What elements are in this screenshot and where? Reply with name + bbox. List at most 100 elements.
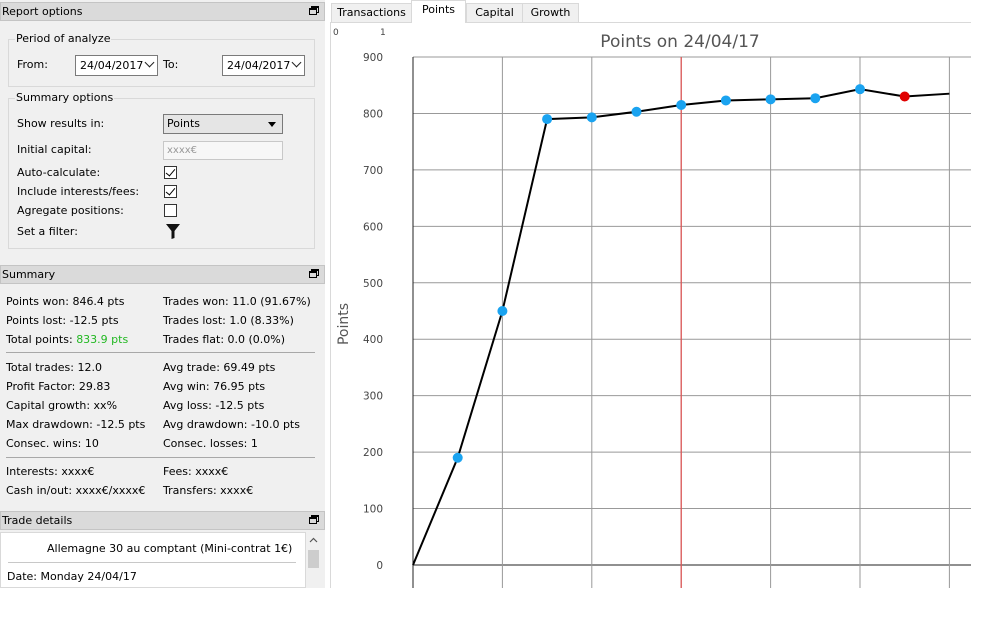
show-results-label: Show results in: xyxy=(17,117,105,130)
set-filter-label: Set a filter: xyxy=(17,225,78,238)
scroll-up-icon[interactable] xyxy=(309,537,318,543)
from-label: From: xyxy=(17,58,48,71)
summary-divider xyxy=(6,457,315,458)
summary-options-group-title: Summary options xyxy=(15,91,115,104)
avg-win: Avg win: 76.95 pts xyxy=(163,380,266,393)
y-tick-label: 600 xyxy=(363,221,383,233)
chevron-down-icon xyxy=(144,57,155,68)
from-date-picker[interactable]: 24/04/2017 xyxy=(75,55,158,76)
data-point xyxy=(720,95,731,106)
dropdown-arrow-icon xyxy=(268,122,276,127)
tab-capital-label: Capital xyxy=(475,6,514,19)
trade-details-header: Trade details xyxy=(0,511,325,530)
avg-trade: Avg trade: 69.49 pts xyxy=(163,361,276,374)
interests: Interests: xxxx€ xyxy=(6,465,95,478)
auto-calculate-checkbox[interactable] xyxy=(164,166,177,179)
tab-growth-label: Growth xyxy=(530,6,571,19)
total-trades: Total trades: 12.0 xyxy=(6,361,102,374)
trade-details-divider xyxy=(8,562,296,563)
data-point xyxy=(586,112,597,123)
y-tick-label: 800 xyxy=(363,108,383,120)
trade-details-title: Trade details xyxy=(2,514,73,527)
data-point xyxy=(810,93,821,104)
include-interests-label: Include interests/fees: xyxy=(17,185,140,198)
y-tick-label: 900 xyxy=(363,52,383,64)
data-point xyxy=(452,452,463,463)
points-chart[interactable]: 0 100 200 300 400 500 600 700 800 900 0 1 Points on … xyxy=(331,23,971,588)
y-tick-label: 300 xyxy=(363,391,383,403)
scroll-thumb[interactable] xyxy=(308,550,319,568)
max-drawdown: Max drawdown: -12.5 pts xyxy=(6,418,146,431)
trades-won: Trades won: 11.0 (91.67%) xyxy=(163,295,311,308)
trade-instrument: Allemagne 30 au comptant (Mini-contrat 1… xyxy=(47,542,293,555)
capital-growth: Capital growth: xx% xyxy=(6,399,118,412)
data-point xyxy=(497,306,508,316)
points-chart-pane: 0 100 200 300 400 500 600 700 800 900 0 1 Points on … xyxy=(330,23,971,588)
points-lost: Points lost: -12.5 pts xyxy=(6,314,119,327)
data-point xyxy=(765,94,776,105)
summary-title: Summary xyxy=(2,268,56,281)
report-options-title: Report options xyxy=(2,5,83,18)
show-results-value: Points xyxy=(167,117,201,130)
to-date-picker[interactable]: 24/04/2017 xyxy=(222,55,305,76)
x-top-tick-label: 0 xyxy=(333,28,339,38)
highlighted-data-point xyxy=(899,91,910,102)
cash-in-out: Cash in/out: xxxx€/xxxx€ xyxy=(6,484,146,497)
profit-factor: Profit Factor: 29.83 xyxy=(6,380,111,393)
initial-capital-value: xxxx€ xyxy=(167,145,198,156)
data-point xyxy=(855,84,865,95)
tab-points[interactable]: Points xyxy=(411,0,466,24)
data-point xyxy=(542,114,553,125)
total-points-value: 833.9 pts xyxy=(76,333,129,346)
tab-points-label: Points xyxy=(421,3,456,16)
transfers: Transfers: xxxx€ xyxy=(163,484,254,497)
tab-transactions[interactable]: Transactions xyxy=(331,3,412,23)
y-tick-label: 0 xyxy=(376,560,383,572)
total-points-label: Total points: xyxy=(6,333,77,346)
trade-date: Date: Monday 24/04/17 xyxy=(7,570,137,583)
show-results-select[interactable]: Points xyxy=(163,114,283,134)
y-tick-label: 400 xyxy=(363,334,383,346)
tab-capital[interactable]: Capital xyxy=(466,3,523,23)
y-tick-label: 500 xyxy=(363,278,383,290)
to-date-value: 24/04/2017 xyxy=(227,59,291,72)
total-points: Total points: 833.9 pts xyxy=(6,333,128,346)
data-point xyxy=(631,106,642,117)
filter-icon[interactable] xyxy=(165,223,181,240)
include-interests-checkbox[interactable] xyxy=(164,185,177,198)
fees: Fees: xxxx€ xyxy=(163,465,229,478)
chevron-down-icon xyxy=(291,57,302,68)
avg-loss: Avg loss: -12.5 pts xyxy=(163,399,265,412)
period-group-title: Period of analyze xyxy=(15,32,112,45)
y-tick-label: 700 xyxy=(363,165,383,177)
aggregate-positions-label: Agregate positions: xyxy=(17,204,124,217)
x-top-tick-label: 1 xyxy=(380,28,386,38)
trades-lost: Trades lost: 1.0 (8.33%) xyxy=(163,314,294,327)
trades-flat: Trades flat: 0.0 (0.0%) xyxy=(163,333,286,346)
y-tick-label: 200 xyxy=(363,447,383,459)
trade-details-scrollbar[interactable] xyxy=(306,533,321,588)
from-date-value: 24/04/2017 xyxy=(80,59,144,72)
tab-growth[interactable]: Growth xyxy=(522,3,579,23)
y-axis-label: Points xyxy=(336,303,352,345)
y-tick-label: 100 xyxy=(363,504,383,516)
restore-icon[interactable] xyxy=(309,6,319,15)
restore-icon[interactable] xyxy=(309,515,319,524)
initial-capital-field[interactable]: xxxx€ xyxy=(163,141,283,160)
consec-wins: Consec. wins: 10 xyxy=(6,437,99,450)
summary-header: Summary xyxy=(0,265,325,284)
report-options-header: Report options xyxy=(0,2,325,21)
summary-divider xyxy=(6,352,315,353)
chart-title: Points on 24/04/17 xyxy=(600,32,759,52)
restore-icon[interactable] xyxy=(309,269,319,278)
aggregate-positions-checkbox[interactable] xyxy=(164,204,177,217)
data-point xyxy=(676,99,687,110)
avg-drawdown: Avg drawdown: -10.0 pts xyxy=(163,418,300,431)
to-label: To: xyxy=(163,58,179,71)
consec-losses: Consec. losses: 1 xyxy=(163,437,258,450)
points-won: Points won: 846.4 pts xyxy=(6,295,125,308)
auto-calculate-label: Auto-calculate: xyxy=(17,166,101,179)
initial-capital-label: Initial capital: xyxy=(17,143,92,156)
tab-transactions-label: Transactions xyxy=(337,6,406,19)
tab-bar: Transactions Points Capital Growth xyxy=(330,0,971,24)
